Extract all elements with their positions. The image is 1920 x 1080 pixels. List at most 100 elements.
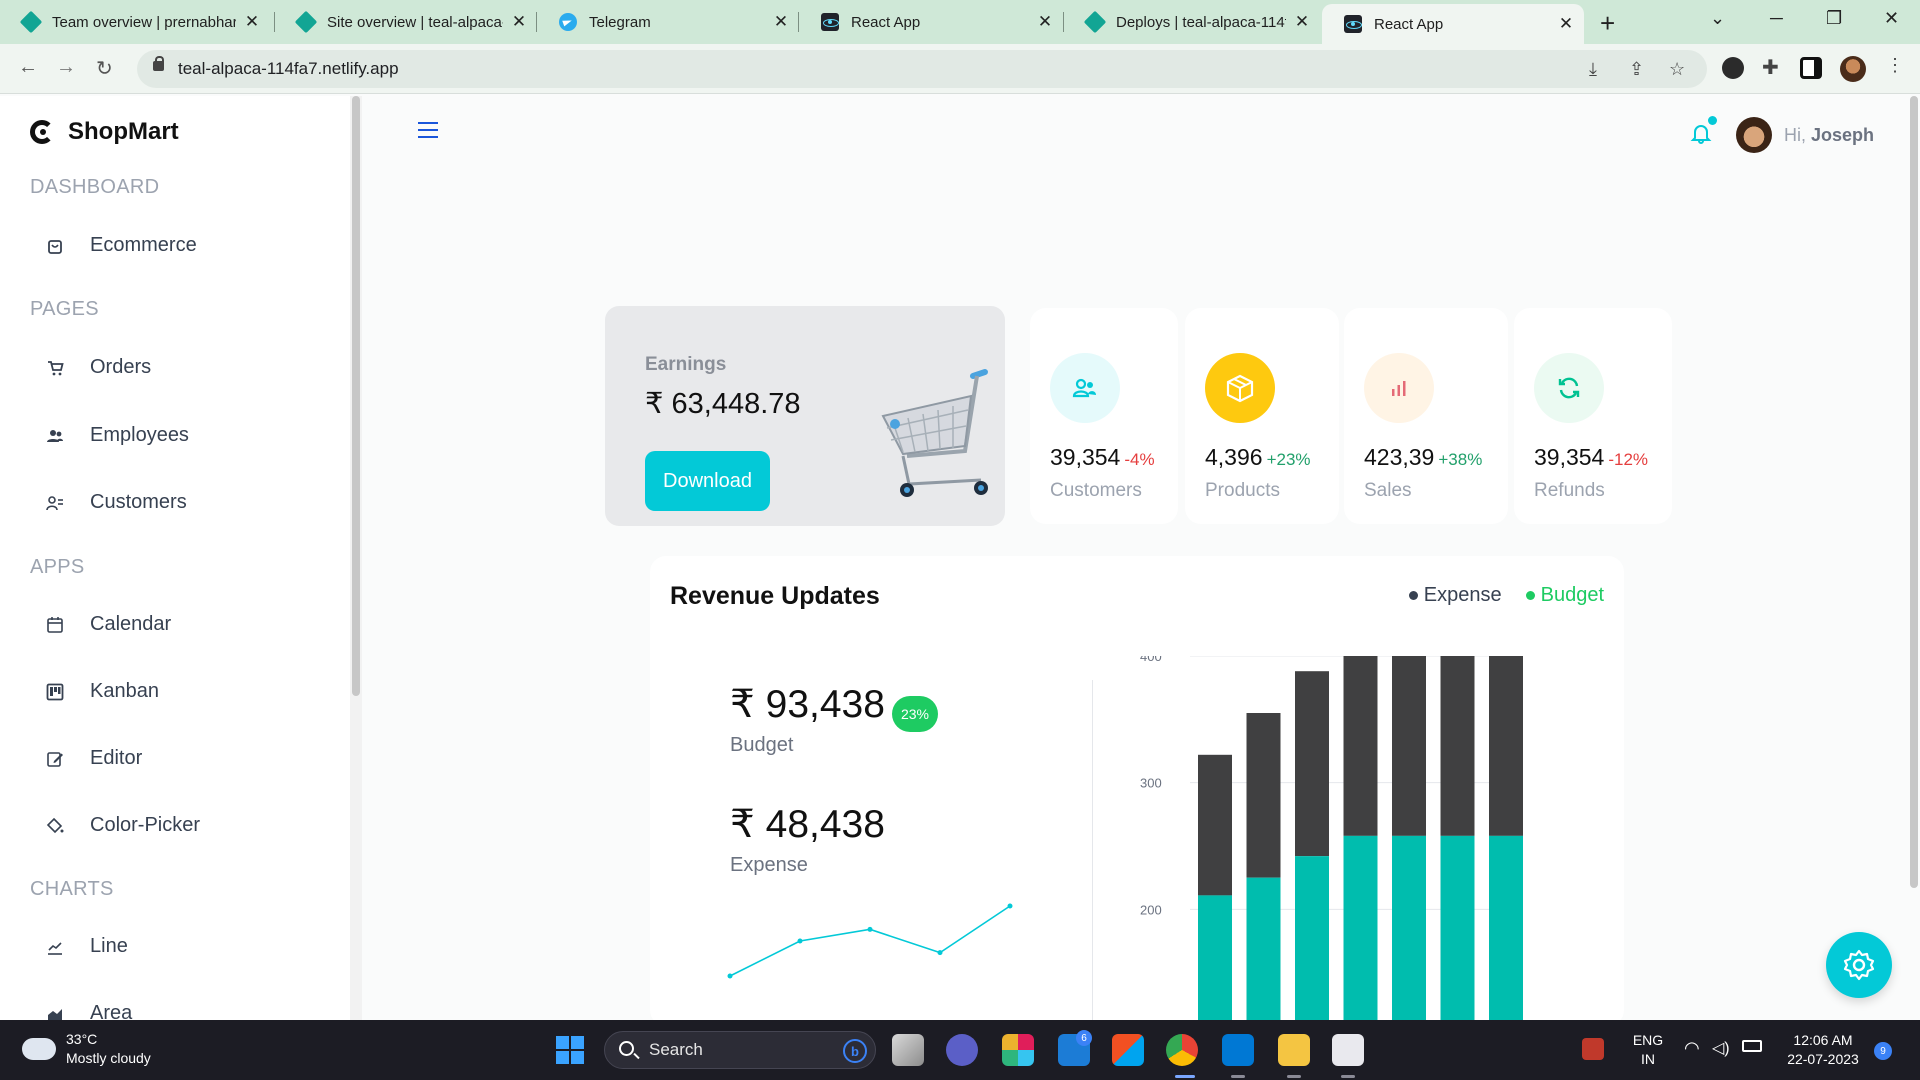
side-panel-icon[interactable] bbox=[1800, 57, 1822, 79]
microsoft-store-icon[interactable] bbox=[1112, 1034, 1144, 1066]
puzzle-extensions-icon[interactable]: ✚ bbox=[1762, 55, 1779, 80]
vscode-icon[interactable] bbox=[1222, 1034, 1254, 1066]
sparkline-point[interactable] bbox=[1007, 903, 1013, 909]
language-indicator[interactable]: ENG IN bbox=[1628, 1031, 1668, 1069]
download-button[interactable]: Download bbox=[645, 451, 770, 511]
tray-app-icon[interactable] bbox=[1582, 1038, 1604, 1060]
sidebar-item-calendar[interactable]: Calendar bbox=[44, 613, 171, 636]
sidebar-item-line[interactable]: Line bbox=[44, 935, 128, 958]
url-input[interactable]: teal-alpaca-114fa7.netlify.app ⤓ ⇪ ☆ bbox=[137, 50, 1707, 88]
bar-expense[interactable] bbox=[1392, 656, 1426, 836]
close-tab-icon[interactable]: ✕ bbox=[773, 12, 789, 32]
bar-expense[interactable] bbox=[1440, 656, 1475, 836]
browser-tab-active[interactable]: React App ✕ bbox=[1322, 4, 1584, 44]
snipping-tool-icon[interactable] bbox=[1332, 1034, 1364, 1066]
bing-icon[interactable]: b bbox=[843, 1039, 867, 1063]
stat-change: +23% bbox=[1266, 450, 1311, 469]
bar-budget[interactable] bbox=[1343, 835, 1378, 1026]
sidebar-item-kanban[interactable]: Kanban bbox=[44, 680, 159, 703]
bar-expense[interactable] bbox=[1343, 656, 1378, 836]
windows-start-icon[interactable] bbox=[556, 1036, 584, 1064]
bar-budget[interactable] bbox=[1246, 877, 1281, 1026]
menu-kebab-icon[interactable]: ⋮ bbox=[1886, 55, 1904, 76]
bar-chart-icon[interactable] bbox=[1364, 353, 1434, 423]
close-window-icon[interactable]: ✕ bbox=[1884, 8, 1899, 29]
minimize-icon[interactable]: ─ bbox=[1770, 8, 1783, 29]
react-icon bbox=[821, 13, 839, 31]
chrome-icon[interactable] bbox=[1166, 1034, 1198, 1066]
sidebar-item-orders[interactable]: Orders bbox=[44, 356, 151, 379]
browser-tab[interactable]: React App ✕ bbox=[799, 6, 1063, 38]
bar-budget[interactable] bbox=[1440, 835, 1475, 1026]
bar-budget[interactable] bbox=[1295, 856, 1329, 1026]
new-tab-icon[interactable]: + bbox=[1600, 8, 1615, 39]
box-icon[interactable] bbox=[1205, 353, 1275, 423]
bookmark-star-icon[interactable]: ☆ bbox=[1669, 59, 1685, 80]
menu-toggle-icon[interactable] bbox=[418, 122, 438, 138]
close-tab-icon[interactable]: ✕ bbox=[1558, 14, 1574, 34]
back-icon[interactable]: ← bbox=[18, 56, 38, 79]
sidebar-item-area[interactable]: Area bbox=[44, 1002, 132, 1020]
sidebar-item-color-picker[interactable]: Color-Picker bbox=[44, 814, 200, 837]
task-view-icon[interactable] bbox=[892, 1034, 924, 1066]
bar-budget[interactable] bbox=[1489, 835, 1523, 1026]
open-app-indicator bbox=[1231, 1075, 1245, 1078]
tab-title: Deploys | teal-alpaca-114fa bbox=[1116, 13, 1286, 31]
install-icon[interactable]: ⤓ bbox=[1589, 59, 1597, 80]
close-tab-icon[interactable]: ✕ bbox=[1294, 12, 1310, 32]
bar-expense[interactable] bbox=[1489, 656, 1523, 836]
teams-chat-icon[interactable] bbox=[946, 1034, 978, 1066]
profile-avatar[interactable] bbox=[1840, 56, 1866, 82]
volume-icon[interactable]: ◁) bbox=[1712, 1039, 1730, 1058]
sparkline-point[interactable] bbox=[797, 938, 803, 944]
sidebar-scrollbar[interactable] bbox=[352, 96, 360, 696]
customers-icon[interactable] bbox=[1050, 353, 1120, 423]
brand-logo[interactable]: ShopMart bbox=[30, 118, 179, 146]
bar-expense[interactable] bbox=[1198, 754, 1232, 896]
browser-tab[interactable]: Team overview | prernabhar ✕ bbox=[0, 6, 270, 38]
sidebar-item-employees[interactable]: Employees bbox=[44, 424, 189, 447]
close-tab-icon[interactable]: ✕ bbox=[511, 12, 527, 32]
sidebar-item-editor[interactable]: Editor bbox=[44, 747, 142, 770]
wifi-icon[interactable]: ◠ bbox=[1684, 1039, 1700, 1058]
lock-icon bbox=[153, 56, 164, 71]
sparkline-point[interactable] bbox=[727, 973, 733, 979]
sidebar-item-ecommerce[interactable]: Ecommerce bbox=[44, 234, 197, 257]
sidebar-item-label: Employees bbox=[90, 424, 189, 446]
user-greeting[interactable]: Hi, Joseph bbox=[1784, 125, 1874, 146]
legend-item-budget[interactable]: Budget bbox=[1525, 584, 1604, 607]
tab-search-icon[interactable]: ⌄ bbox=[1710, 8, 1725, 29]
sparkline-point[interactable] bbox=[937, 950, 943, 956]
bar-expense[interactable] bbox=[1295, 671, 1329, 857]
taskbar-search[interactable]: Search b bbox=[604, 1031, 876, 1069]
file-explorer-icon[interactable] bbox=[1278, 1034, 1310, 1066]
clock[interactable]: 12:06 AM 22-07-2023 bbox=[1776, 1031, 1870, 1069]
close-tab-icon[interactable]: ✕ bbox=[244, 12, 260, 32]
notification-bell-icon[interactable] bbox=[1690, 122, 1712, 144]
bar-expense[interactable] bbox=[1246, 713, 1281, 878]
y-tick-label: 300 bbox=[1140, 776, 1162, 791]
browser-tab[interactable]: Telegram ✕ bbox=[537, 6, 799, 38]
notification-badge[interactable]: 9 bbox=[1874, 1042, 1892, 1060]
bar-budget[interactable] bbox=[1198, 895, 1232, 1026]
legend-item-expense[interactable]: Expense bbox=[1408, 584, 1502, 607]
browser-tab[interactable]: Site overview | teal-alpaca-1 ✕ bbox=[275, 6, 537, 38]
slack-icon[interactable] bbox=[1002, 1034, 1034, 1066]
close-tab-icon[interactable]: ✕ bbox=[1037, 12, 1053, 32]
restore-icon[interactable]: ❐ bbox=[1826, 8, 1842, 29]
browser-tab[interactable]: Deploys | teal-alpaca-114fa ✕ bbox=[1064, 6, 1320, 38]
sidebar-item-customers[interactable]: Customers bbox=[44, 491, 187, 514]
earnings-value: ₹ 63,448.78 bbox=[645, 388, 801, 420]
battery-icon[interactable] bbox=[1742, 1040, 1762, 1052]
reload-icon[interactable]: ↻ bbox=[96, 56, 113, 81]
settings-button[interactable] bbox=[1826, 932, 1892, 998]
user-avatar[interactable] bbox=[1736, 117, 1772, 153]
bar-budget[interactable] bbox=[1392, 835, 1426, 1026]
forward-icon[interactable]: → bbox=[56, 56, 76, 79]
share-icon[interactable]: ⇪ bbox=[1629, 59, 1644, 80]
extension-icon[interactable] bbox=[1722, 57, 1744, 79]
weather-widget[interactable]: 33°C Mostly cloudy bbox=[22, 1030, 151, 1068]
sparkline-point[interactable] bbox=[867, 926, 873, 932]
page-scrollbar[interactable] bbox=[1910, 96, 1918, 888]
refresh-icon[interactable] bbox=[1534, 353, 1604, 423]
